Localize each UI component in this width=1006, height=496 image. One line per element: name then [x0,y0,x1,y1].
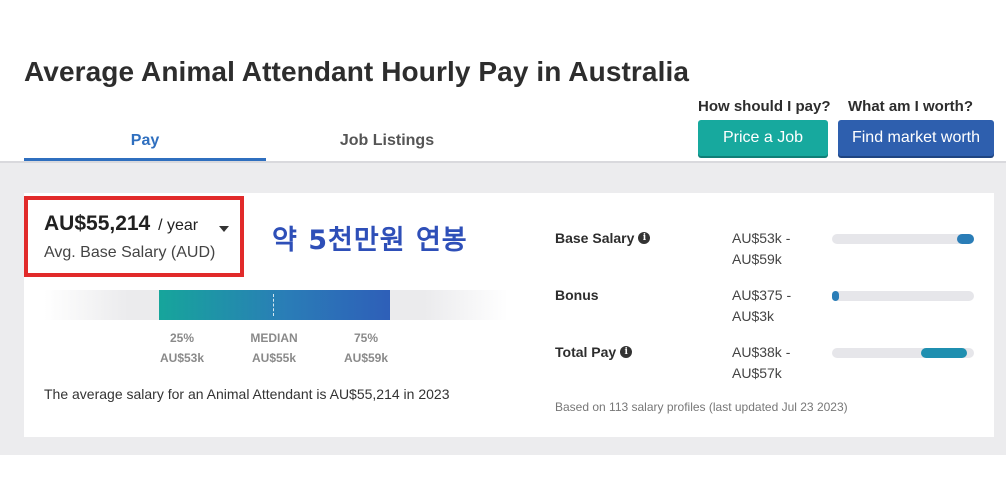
base-salary-label: Base Salary i [555,230,651,246]
total-pay-range: AU$38k - AU$57k [732,342,790,384]
price-a-job-button[interactable]: Price a Job [698,120,828,156]
total-pay-label: Total Pay i [555,344,633,360]
total-pay-fill [921,348,967,358]
bonus-range-high: AU$3k [732,308,775,324]
worth-question-label: What am I worth? [848,98,973,115]
bonus-track [832,291,974,301]
percentile-median-label: MEDIAN [250,331,298,345]
tab-bar: Pay Job Listings [24,128,508,161]
percentile-75-value: AU$59k [343,351,389,365]
median-marker [273,294,274,316]
bonus-range-low: AU$375 - [732,287,792,303]
total-pay-range-low: AU$38k - [732,344,791,360]
total-pay-track [832,348,974,358]
find-market-worth-button[interactable]: Find market worth [838,120,994,156]
percentile-median-value: AU$55k [251,351,297,365]
tab-pay[interactable]: Pay [24,128,266,161]
total-pay-range-high: AU$57k [732,365,782,381]
average-salary: AU$55,214 / year [44,212,198,236]
info-icon[interactable]: i [620,346,633,358]
salary-page: Average Animal Attendant Hourly Pay in A… [0,0,1006,496]
percentile-median: MEDIAN AU$55k [234,328,314,368]
base-salary-fill [956,234,974,244]
bonus-text: Bonus [555,287,599,303]
bonus-label: Bonus [555,287,599,303]
highlight-box [24,196,244,277]
base-salary-range-high: AU$59k [732,251,782,267]
korean-annotation: 약 5천만원 연봉 [272,225,468,256]
chevron-down-icon[interactable] [219,226,229,232]
base-salary-range: AU$53k - AU$59k [732,228,790,270]
percentile-25: 25% AU$53k [142,328,222,368]
total-pay-text: Total Pay [555,344,617,360]
tab-job-listings[interactable]: Job Listings [266,128,508,161]
percentile-25-label: 25% [169,331,195,345]
bonus-fill [832,291,840,301]
percentile-75-label: 75% [353,331,379,345]
average-summary: The average salary for an Animal Attenda… [44,386,450,402]
percentile-75: 75% AU$59k [326,328,406,368]
salary-amount: AU$55,214 [44,212,151,235]
salary-label: Avg. Base Salary (AUD) [44,244,216,261]
salary-period: / year [158,217,199,234]
percentile-25-value: AU$53k [159,351,205,365]
range-bar [159,290,390,320]
page-title: Average Animal Attendant Hourly Pay in A… [24,56,690,87]
base-salary-text: Base Salary [555,230,635,246]
price-question-label: How should I pay? [698,98,831,115]
base-salary-range-low: AU$53k - [732,230,791,246]
bonus-range: AU$375 - AU$3k [732,285,791,327]
info-icon[interactable]: i [638,232,651,244]
base-salary-track [832,234,974,244]
footnote: Based on 113 salary profiles (last updat… [555,400,848,414]
